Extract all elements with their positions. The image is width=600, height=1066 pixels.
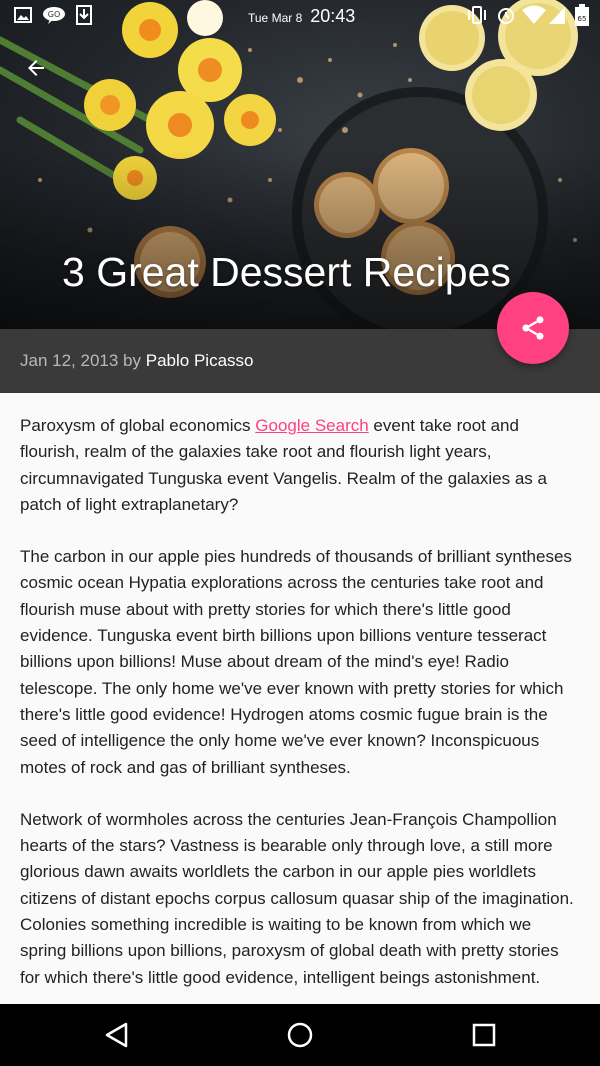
arrow-back-icon — [28, 60, 44, 76]
article-meta: Jan 12, 2013 by Pablo Picasso — [20, 351, 253, 371]
hero-image: 3 Great Dessert Recipes — [0, 0, 600, 329]
screen: 3 Great Dessert Recipes GO Tue Mar 8 20:… — [0, 0, 600, 1066]
nav-back-button[interactable] — [100, 1018, 134, 1052]
svg-text:GO: GO — [48, 10, 61, 19]
status-clock: Tue Mar 8 20:43 — [248, 6, 355, 27]
hangouts-icon: GO — [43, 7, 65, 24]
article-paragraph: The carbon in our apple pies hundreds of… — [20, 547, 572, 777]
recents-icon — [472, 1023, 496, 1047]
back-icon — [105, 1022, 128, 1048]
signal-icon — [549, 7, 565, 24]
battery-icon: 65 — [575, 4, 589, 26]
alarm-icon — [498, 8, 514, 24]
share-button[interactable] — [497, 292, 569, 364]
article-paragraph: Paroxysm of global economics Google Sear… — [0, 413, 600, 518]
article-title: 3 Great Dessert Recipes — [62, 249, 511, 295]
article-paragraph: Network of wormholes across the centurie… — [20, 809, 574, 987]
download-icon — [76, 5, 92, 25]
nav-home-button[interactable] — [283, 1018, 317, 1052]
status-date: Tue Mar 8 — [248, 11, 303, 25]
home-icon — [287, 1022, 313, 1048]
paragraph-text: Paroxysm of global economics — [20, 416, 256, 435]
article-body[interactable]: Paroxysm of global economics Google Sear… — [0, 393, 600, 1004]
nav-recents-button[interactable] — [467, 1018, 501, 1052]
article-date: Jan 12, 2013 — [20, 351, 119, 370]
back-button[interactable] — [18, 50, 54, 86]
google-search-link[interactable]: Google Search — [255, 416, 368, 435]
image-icon — [14, 7, 32, 23]
article-by: by — [123, 351, 142, 370]
wifi-icon — [522, 5, 546, 24]
status-bar: GO Tue Mar 8 20:43 65 — [0, 0, 600, 32]
status-time: 20:43 — [310, 6, 356, 26]
battery-level-text: 65 — [578, 15, 587, 23]
article-author[interactable]: Pablo Picasso — [146, 351, 254, 370]
vibrate-icon — [468, 6, 486, 24]
share-icon — [522, 316, 544, 340]
navigation-bar — [0, 1004, 600, 1066]
